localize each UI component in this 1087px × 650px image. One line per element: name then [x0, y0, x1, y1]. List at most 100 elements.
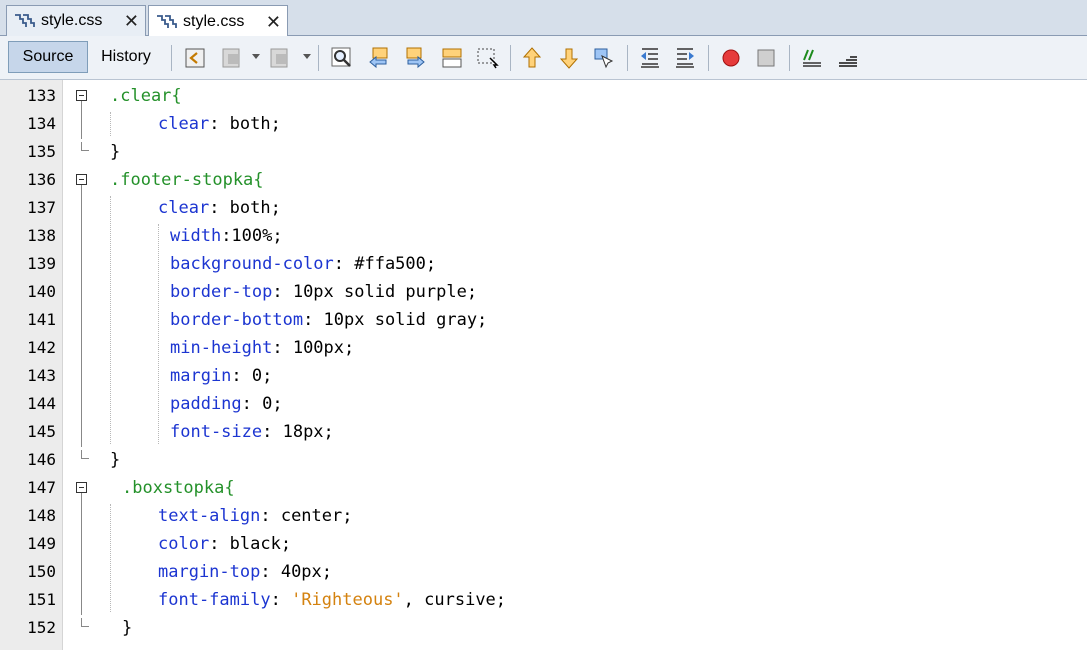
code-line[interactable]: background-color: #ffa500; [170, 250, 436, 278]
fold-end-marker [81, 142, 89, 151]
css-selector: .boxstopka{ [122, 478, 235, 498]
history-view-button[interactable]: History [90, 41, 162, 73]
css-value: : 100px; [272, 338, 355, 358]
css-property: border-top [170, 282, 273, 302]
css-property: color [158, 534, 210, 554]
line-number: 136 [27, 170, 56, 189]
css-selector: .footer-stopka{ [110, 170, 264, 190]
line-number: 135 [27, 142, 56, 161]
close-tab-icon[interactable]: ✕ [256, 13, 281, 31]
close-tab-icon[interactable]: ✕ [114, 12, 139, 30]
code-line[interactable]: min-height: 100px; [170, 334, 354, 362]
last-edit-icon[interactable] [268, 46, 292, 70]
css-value: } [110, 450, 121, 470]
css-value: : 10px solid gray; [303, 310, 488, 330]
fold-collapse-icon[interactable] [76, 90, 87, 101]
go-forward-icon[interactable] [220, 46, 244, 70]
css-property: margin [170, 366, 232, 386]
css-property: padding [170, 394, 242, 414]
line-number-gutter: 133 134 135 136 137 138 139 140 141 142 143 144 145 1… [0, 80, 63, 650]
go-back-icon[interactable] [183, 46, 207, 70]
code-line[interactable]: clear: both; [158, 110, 281, 138]
css-value: } [110, 142, 121, 162]
code-line[interactable]: .clear{ [110, 82, 182, 110]
code-line[interactable]: .footer-stopka{ [110, 166, 264, 194]
start-macro-icon[interactable] [719, 46, 743, 70]
next-bookmark-icon[interactable] [557, 46, 581, 70]
shift-right-icon[interactable] [673, 46, 697, 70]
fold-collapse-icon[interactable] [76, 174, 87, 185]
code-line[interactable]: color: black; [158, 530, 291, 558]
find-previous-icon[interactable] [367, 46, 391, 70]
line-number: 147 [27, 478, 56, 497]
indent-guide [158, 224, 159, 444]
css-value: : both; [209, 114, 281, 134]
code-line[interactable]: margin-top: 40px; [158, 558, 332, 586]
fold-guide-line [81, 493, 82, 615]
fold-guide-line [81, 101, 82, 139]
comment-icon[interactable] [800, 46, 824, 70]
css-value: : 0; [241, 394, 283, 414]
toolbar-separator [789, 45, 790, 71]
code-line[interactable]: padding: 0; [170, 390, 283, 418]
code-line[interactable]: .boxstopka{ [122, 474, 235, 502]
line-number: 143 [27, 366, 56, 385]
css-value: :100%; [221, 226, 283, 246]
line-number: 134 [27, 114, 56, 133]
tab-style-css-1[interactable]: style.css ✕ [6, 5, 146, 36]
css-value: } [122, 618, 133, 638]
css-value: : 0; [231, 366, 273, 386]
line-number: 152 [27, 618, 56, 637]
code-line[interactable]: font-size: 18px; [170, 418, 334, 446]
css-value: : black; [209, 534, 292, 554]
code-line[interactable]: margin: 0; [170, 362, 272, 390]
code-line[interactable]: font-family: 'Righteous', cursive; [158, 586, 506, 614]
code-editor[interactable]: 133 134 135 136 137 138 139 140 141 142 143 144 145 1… [0, 80, 1087, 650]
code-line[interactable]: width:100%; [170, 222, 283, 250]
css-value: : 18px; [262, 422, 334, 442]
code-line[interactable]: text-align: center; [158, 502, 352, 530]
stop-macro-icon[interactable] [754, 46, 778, 70]
find-selection-icon[interactable] [440, 46, 464, 70]
previous-bookmark-icon[interactable] [520, 46, 544, 70]
tab-style-css-2[interactable]: style.css ✕ [148, 5, 288, 37]
line-number: 148 [27, 506, 56, 525]
uncomment-icon[interactable] [836, 46, 860, 70]
source-view-button[interactable]: Source [8, 41, 88, 73]
fold-collapse-icon[interactable] [76, 482, 87, 493]
toggle-highlight-icon[interactable] [476, 46, 500, 70]
css-property: border-bottom [170, 310, 304, 330]
indent-guide [110, 504, 111, 612]
code-line[interactable]: } [110, 446, 120, 474]
line-number: 141 [27, 310, 56, 329]
find-icon[interactable] [330, 46, 354, 70]
css-selector: .clear{ [110, 86, 182, 106]
css-value: : [270, 590, 292, 610]
fold-margin [63, 80, 103, 650]
fold-end-marker [81, 450, 89, 459]
chevron-down-icon[interactable] [303, 54, 311, 59]
shift-left-icon[interactable] [638, 46, 662, 70]
line-number: 145 [27, 422, 56, 441]
find-next-icon[interactable] [403, 46, 427, 70]
indent-guide [110, 112, 111, 136]
css-property: width [170, 226, 222, 246]
chevron-down-icon[interactable] [252, 54, 260, 59]
css-value: , cursive; [403, 590, 507, 610]
tab-label: style.css [41, 12, 103, 29]
css-property: font-size [170, 422, 263, 442]
toolbar-separator [708, 45, 709, 71]
css-file-icon [157, 14, 177, 28]
toolbar-separator [627, 45, 628, 71]
code-line[interactable]: clear: both; [158, 194, 281, 222]
code-line[interactable]: border-top: 10px solid purple; [170, 278, 477, 306]
code-line[interactable]: border-bottom: 10px solid gray; [170, 306, 487, 334]
css-value: : 10px solid purple; [272, 282, 478, 302]
code-line[interactable]: } [110, 138, 120, 166]
toggle-bookmark-icon[interactable] [592, 46, 616, 70]
editor-tab-bar: style.css ✕ style.css ✕ [0, 0, 1087, 37]
code-line[interactable]: } [122, 614, 132, 642]
css-property: margin-top [158, 562, 261, 582]
css-property: font-family [158, 590, 271, 610]
css-property: background-color [170, 254, 334, 274]
